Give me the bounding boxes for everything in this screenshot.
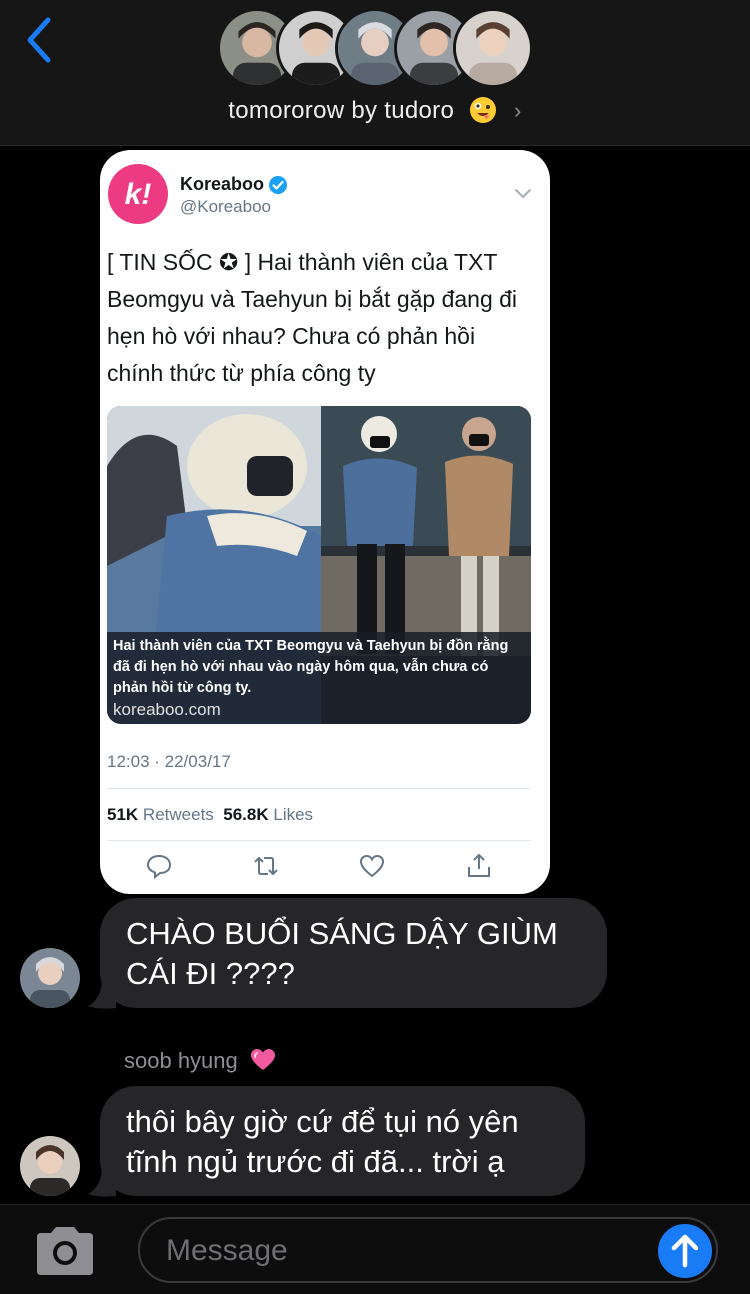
- share-icon[interactable]: [466, 853, 492, 879]
- chevron-right-icon: ›: [514, 98, 522, 123]
- tweet-actions: [100, 853, 550, 881]
- retweets-label[interactable]: Retweets: [143, 805, 214, 824]
- tweet-account-handle: @Koreaboo: [180, 197, 271, 216]
- message-input[interactable]: [166, 1229, 636, 1273]
- arrow-up-icon: [671, 1234, 699, 1268]
- divider: [107, 840, 531, 841]
- group-avatars[interactable]: [0, 8, 750, 88]
- sender-avatar[interactable]: [20, 1136, 80, 1196]
- message-bubble[interactable]: thôi bây giờ cứ để tụi nó yên tĩnh ngủ t…: [100, 1086, 585, 1196]
- tweet-media-card[interactable]: Hai thành viên của TXT Beomgyu và Taehyu…: [107, 406, 531, 724]
- pink-heart-emoji-icon: [250, 1049, 275, 1070]
- koreaboo-logo: k!: [108, 164, 168, 224]
- sender-name: soob hyung: [124, 1048, 276, 1074]
- tweet-account-name: Koreaboo: [180, 174, 265, 194]
- camera-icon[interactable]: [33, 1225, 97, 1277]
- message-field[interactable]: [138, 1217, 718, 1283]
- like-heart-icon[interactable]: [359, 853, 385, 879]
- media-caption-box: Hai thành viên của TXT Beomgyu và Taehyu…: [107, 632, 531, 724]
- retweets-count: 51K: [107, 805, 139, 824]
- message-text: CHÀO BUỔI SÁNG DẬY GIÙM CÁI ĐI ????: [126, 916, 558, 991]
- divider: [107, 788, 531, 789]
- tweet-stats: 51K Retweets 56.8K Likes: [107, 805, 313, 825]
- likes-count: 56.8K: [223, 805, 269, 824]
- chevron-down-icon[interactable]: [514, 188, 532, 200]
- send-button[interactable]: [658, 1224, 712, 1278]
- likes-label[interactable]: Likes: [273, 805, 313, 824]
- group-name-label: tomororow by tudoro: [228, 97, 455, 124]
- reply-icon[interactable]: [146, 853, 172, 879]
- tweet-screenshot[interactable]: k! Koreaboo @Koreaboo [ TIN SỐC ✪ ] Hai …: [100, 150, 550, 894]
- member-avatar: [453, 8, 533, 88]
- sender-name-label: soob hyung: [124, 1048, 238, 1073]
- sender-avatar[interactable]: [20, 948, 80, 1008]
- retweet-icon[interactable]: [253, 853, 279, 879]
- group-name[interactable]: tomororow by tudoro ›: [0, 96, 750, 125]
- media-caption: Hai thành viên của TXT Beomgyu và Taehyu…: [113, 638, 509, 696]
- tweet-text: [ TIN SỐC ✪ ] Hai thành viên của TXT Beo…: [107, 249, 518, 386]
- message-bubble[interactable]: CHÀO BUỔI SÁNG DẬY GIÙM CÁI ĐI ????: [100, 898, 607, 1008]
- chat-header: tomororow by tudoro ›: [0, 0, 750, 146]
- composer-bar: [0, 1204, 750, 1294]
- verified-badge-icon: [269, 176, 287, 194]
- media-domain[interactable]: koreaboo.com: [113, 699, 525, 721]
- zany-face-emoji-icon: [470, 97, 497, 123]
- message-text: thôi bây giờ cứ để tụi nó yên tĩnh ngủ t…: [126, 1104, 519, 1179]
- tweet-timestamp: 12:03 · 22/03/17: [107, 752, 231, 771]
